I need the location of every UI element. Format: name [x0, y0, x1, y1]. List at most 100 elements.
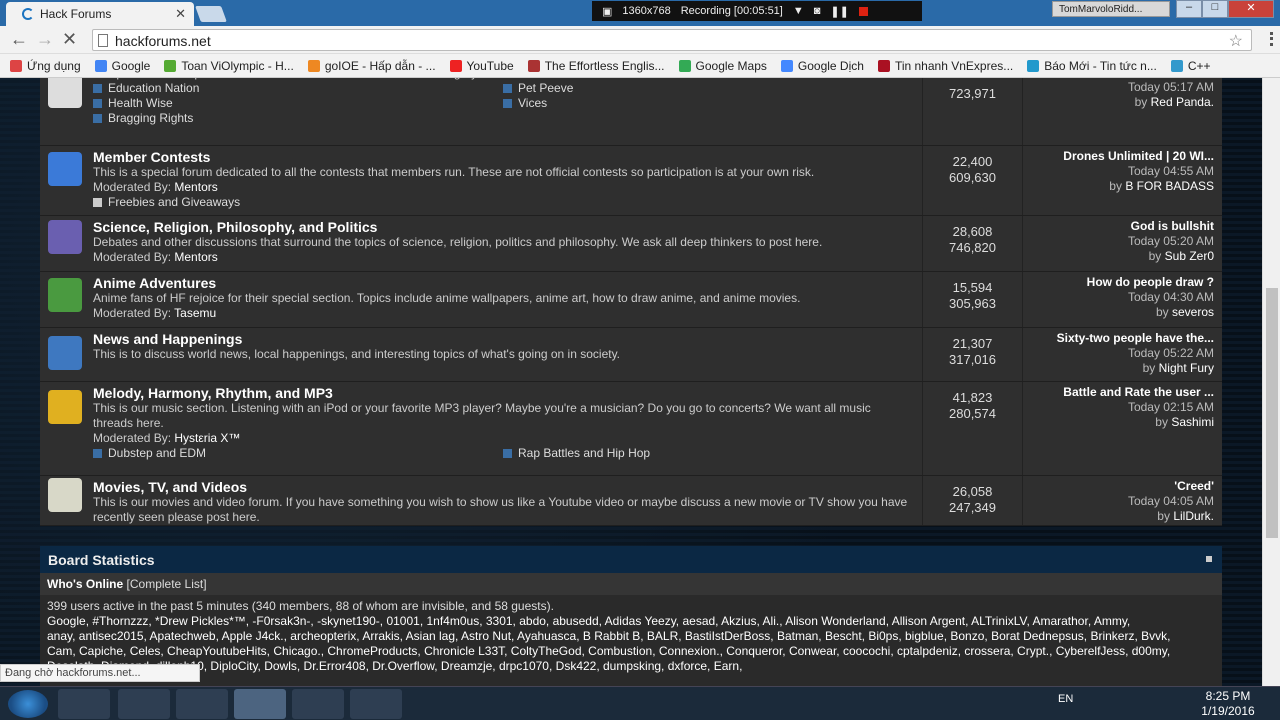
moderator-link[interactable]: Hystεria X™: [174, 431, 240, 445]
collapse-icon[interactable]: [1206, 556, 1212, 562]
forum-icon: [48, 152, 82, 186]
online-list-line[interactable]: anay, antisec2015, Apatechweb, Apple J4c…: [47, 629, 1215, 644]
last-post-user[interactable]: Sashimi: [1171, 415, 1214, 429]
pause-icon[interactable]: ❚❚: [830, 5, 848, 18]
bookmark-favicon-icon: [678, 59, 691, 72]
post-count: 746,820: [949, 240, 996, 255]
chrome-icon[interactable]: [234, 689, 286, 719]
bookmark-item[interactable]: Toan ViOlympic - H...: [164, 59, 294, 73]
media-player-icon[interactable]: [58, 689, 110, 719]
online-list-line[interactable]: Desolath, Diamond, dillonh10, DiploCity,…: [47, 659, 1215, 674]
forum-name[interactable]: Member Contests: [93, 150, 913, 165]
maximize-button[interactable]: □: [1202, 0, 1228, 18]
board-statistics: Board Statistics Who's Online [Complete …: [40, 546, 1222, 686]
last-post-user[interactable]: severos: [1172, 305, 1214, 319]
complete-list-link[interactable]: [Complete List]: [127, 577, 207, 591]
subforum-link[interactable]: Education Nation: [93, 81, 503, 96]
minimize-button[interactable]: –: [1176, 0, 1202, 18]
bookmark-item[interactable]: Tin nhanh VnExpres...: [877, 59, 1013, 73]
last-post-title[interactable]: Drones Unlimited | 20 WI...: [1024, 149, 1214, 164]
forum-moderators: Moderated By: Mentors: [93, 250, 913, 265]
bookmark-item[interactable]: Google Dịch: [780, 59, 864, 73]
start-button[interactable]: [8, 690, 48, 718]
bookmark-item[interactable]: YouTube: [449, 59, 514, 73]
last-post-time: Today 05:17 AM: [1127, 80, 1214, 94]
recording-resolution: 1360x768: [622, 5, 671, 17]
file-explorer-icon[interactable]: [176, 689, 228, 719]
online-list-line[interactable]: Google, #Thornzzz, *Drew Pickles*™, -F0r…: [47, 614, 1215, 629]
last-post: How do people draw ? Today 04:30 AM by sev…: [1024, 275, 1214, 320]
subforum-link[interactable]: Rap Battles and Hip Hop: [503, 446, 913, 461]
dropdown-icon[interactable]: ▼: [793, 5, 804, 17]
clock[interactable]: 8:25 PM 1/19/2016: [1198, 689, 1258, 719]
bookmark-item[interactable]: The Effortless Englis...: [527, 59, 665, 73]
user-badge[interactable]: TomMarvoloRidd...: [1052, 1, 1170, 17]
back-icon[interactable]: ←: [10, 30, 28, 48]
last-post-title[interactable]: Sixty-two people have the...: [1024, 331, 1214, 346]
subforum-link[interactable]: Vices: [503, 96, 913, 111]
stop-icon[interactable]: [858, 6, 868, 16]
forum-info: Melody, Harmony, Rhythm, and MP3 This is …: [93, 386, 913, 461]
camera-icon[interactable]: ◙: [814, 5, 821, 17]
online-list-line[interactable]: Cam, Capiche, Celes, CheapYoutubeHits, C…: [47, 644, 1215, 659]
last-post-user[interactable]: B FOR BADASS: [1125, 179, 1214, 193]
bookmark-star-icon[interactable]: ☆: [1229, 31, 1243, 51]
forum-name[interactable]: Anime Adventures: [93, 276, 913, 291]
forum-info: Member Contests This is a special forum d…: [93, 150, 913, 210]
last-post-title[interactable]: How do people draw ?: [1024, 275, 1214, 290]
forum-row: News and Happenings This is to discuss wo…: [40, 328, 1222, 382]
last-post-time: Today 04:05 AM: [1127, 494, 1214, 508]
bookmark-item[interactable]: C++: [1170, 59, 1211, 73]
firefox-icon[interactable]: [292, 689, 344, 719]
moderator-link[interactable]: Tasemu: [174, 306, 216, 320]
last-post-title[interactable]: Battle and Rate the user ...: [1024, 385, 1214, 400]
last-post-user[interactable]: LilDurk.: [1173, 509, 1214, 523]
tab-title: Hack Forums: [40, 7, 112, 21]
internet-explorer-icon[interactable]: [118, 689, 170, 719]
bookmark-item[interactable]: Google Maps: [678, 59, 767, 73]
last-post-user[interactable]: Red Panda.: [1151, 95, 1214, 109]
stop-loading-icon[interactable]: ✕: [62, 30, 77, 48]
bookmark-item[interactable]: Google: [94, 59, 150, 73]
last-post-user[interactable]: Night Fury: [1159, 361, 1214, 375]
last-post: 'Creed' Today 04:05 AM by LilDurk.: [1024, 479, 1214, 524]
address-bar[interactable]: hackforums.net ☆: [92, 29, 1252, 51]
subforum-link[interactable]: Bragging Rights: [93, 111, 503, 126]
forum-page: Our personal life topics sections are al…: [0, 78, 1262, 686]
bookmark-item[interactable]: goIOE - Hấp dẫn - ...: [307, 59, 436, 73]
subforum-link[interactable]: Pet Peeve: [503, 81, 913, 96]
app-icon[interactable]: [350, 689, 402, 719]
new-tab-button[interactable]: [195, 6, 227, 22]
last-post-user[interactable]: Sub Zer0: [1165, 249, 1214, 263]
subforum-link[interactable]: Dubstep and EDM: [93, 446, 503, 461]
post-count: 317,016: [949, 352, 996, 367]
thread-count: 26,058: [952, 484, 993, 499]
last-post-author: by LilDurk.: [1024, 509, 1214, 524]
menu-icon[interactable]: [1270, 32, 1274, 46]
page-scrollbar[interactable]: [1262, 78, 1280, 686]
forum-name[interactable]: Science, Religion, Philosophy, and Polit…: [93, 220, 913, 235]
forum-icon: [48, 278, 82, 312]
last-post-time: Today 02:15 AM: [1127, 400, 1214, 414]
moderator-link[interactable]: Mentors: [174, 250, 217, 264]
subforum-link[interactable]: Freebies and Giveaways: [93, 195, 503, 210]
bookmark-item[interactable]: Ứng dụng: [10, 59, 81, 73]
forward-icon[interactable]: →: [36, 30, 54, 48]
forum-name[interactable]: Movies, TV, and Videos: [93, 480, 913, 495]
browser-tab[interactable]: Hack Forums ✕: [6, 2, 194, 26]
last-post-title[interactable]: 'Creed': [1024, 479, 1214, 494]
forum-row: Movies, TV, and Videos This is our movies…: [40, 476, 1222, 526]
language-indicator[interactable]: EN: [1058, 693, 1073, 705]
subforum-link[interactable]: Health Wise: [93, 96, 503, 111]
close-window-button[interactable]: ✕: [1228, 0, 1274, 18]
online-users: 399 users active in the past 5 minutes (…: [40, 595, 1222, 678]
bookmark-label: Ứng dụng: [27, 58, 81, 73]
scrollbar-thumb[interactable]: [1266, 288, 1278, 538]
forum-icon: [48, 390, 82, 424]
bookmark-item[interactable]: Báo Mới - Tin tức n...: [1027, 59, 1157, 73]
moderator-link[interactable]: Mentors: [174, 180, 217, 194]
forum-name[interactable]: Melody, Harmony, Rhythm, and MP3: [93, 386, 913, 401]
forum-name[interactable]: News and Happenings: [93, 332, 913, 347]
last-post-title[interactable]: God is bullshit: [1024, 219, 1214, 234]
close-tab-icon[interactable]: ✕: [175, 6, 186, 22]
